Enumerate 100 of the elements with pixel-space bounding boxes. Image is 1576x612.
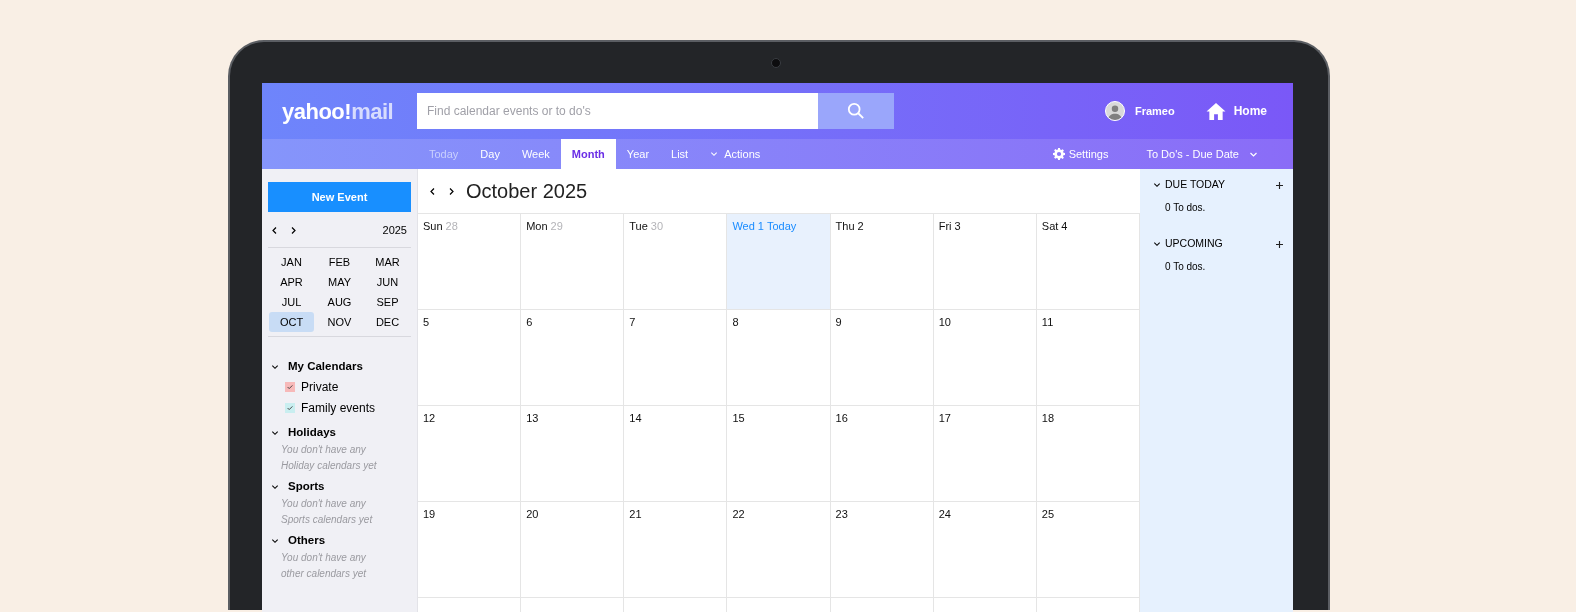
month-button[interactable]: JUL bbox=[269, 292, 314, 312]
day-number: 16 bbox=[835, 411, 848, 426]
settings-button[interactable]: Settings bbox=[1052, 139, 1109, 169]
year-label: 2025 bbox=[382, 223, 407, 239]
todo-summary: 0 To dos. bbox=[1164, 260, 1207, 273]
chevron-icon[interactable] bbox=[271, 537, 279, 545]
day-cell[interactable]: 22 bbox=[727, 502, 831, 598]
day-cell[interactable]: 25 bbox=[1036, 502, 1140, 598]
day-cell[interactable]: 19 bbox=[418, 502, 522, 598]
home-link[interactable]: Home bbox=[1205, 101, 1267, 121]
home-icon bbox=[1205, 101, 1226, 121]
day-cell[interactable]: 8 bbox=[727, 310, 831, 406]
calendar-group-title: Others bbox=[288, 533, 326, 549]
month-button[interactable]: MAR bbox=[365, 252, 410, 272]
next-month-button[interactable] bbox=[447, 186, 456, 196]
empty-calendars-note: You don't have any Holiday calendars yet bbox=[280, 443, 378, 473]
day-number: 9 bbox=[835, 315, 842, 330]
month-button[interactable]: JAN bbox=[269, 252, 314, 272]
month-button[interactable]: OCT bbox=[269, 312, 314, 332]
day-cell[interactable]: 5 bbox=[418, 310, 522, 406]
day-number: 18 bbox=[1041, 411, 1055, 426]
day-cell[interactable]: 12 bbox=[418, 406, 522, 502]
chevron-icon[interactable] bbox=[271, 483, 279, 491]
previous-year-button[interactable] bbox=[270, 226, 279, 235]
empty-calendars-note: You don't have any Sports calendars yet bbox=[280, 497, 374, 527]
search-icon bbox=[847, 102, 865, 120]
day-cell[interactable]: 23 bbox=[830, 502, 934, 598]
day-cell[interactable]: 24 bbox=[933, 502, 1037, 598]
chevron-icon[interactable] bbox=[271, 429, 279, 437]
calendar-group-title: Sports bbox=[288, 479, 325, 495]
month-button[interactable]: SEP bbox=[365, 292, 410, 312]
calendar-checkbox[interactable] bbox=[285, 381, 295, 392]
month-button[interactable]: NOV bbox=[317, 312, 362, 332]
avatar-icon bbox=[1104, 101, 1125, 121]
weekday-label: Sun bbox=[423, 219, 443, 234]
add-icon[interactable] bbox=[1276, 181, 1283, 189]
add-icon[interactable] bbox=[1276, 240, 1283, 248]
camera-icon bbox=[771, 58, 781, 68]
weekday-label: Fri bbox=[938, 219, 952, 234]
day-cell[interactable]: Thu 2 bbox=[830, 214, 934, 310]
day-cell[interactable]: 13 bbox=[521, 406, 625, 502]
day-number: 17 bbox=[938, 411, 951, 426]
day-number: 15 bbox=[732, 411, 745, 426]
logo: yahoo!mail bbox=[281, 97, 395, 126]
day-cell[interactable]: 16 bbox=[830, 406, 934, 502]
previous-month-button[interactable] bbox=[428, 186, 437, 196]
day-number: 11 bbox=[1041, 315, 1054, 330]
day-cell[interactable]: 17 bbox=[933, 406, 1037, 502]
weekday-label: Tue bbox=[629, 219, 648, 234]
day-cell[interactable]: 7 bbox=[624, 310, 728, 406]
account-name[interactable]: Frameo bbox=[1134, 102, 1175, 120]
month-button[interactable]: AUG bbox=[317, 292, 362, 312]
day-number: 24 bbox=[938, 507, 951, 522]
day-number: 14 bbox=[629, 411, 642, 426]
day-number: 12 bbox=[423, 411, 436, 426]
settings-icon bbox=[1052, 148, 1065, 160]
month-button[interactable]: DEC bbox=[365, 312, 410, 332]
day-number: 23 bbox=[835, 507, 848, 522]
calendar-checkbox[interactable] bbox=[285, 402, 295, 413]
caret-icon bbox=[710, 150, 719, 158]
day-number: 3 bbox=[954, 219, 961, 234]
day-cell[interactable]: 9 bbox=[830, 310, 934, 406]
day-cell[interactable]: 18 bbox=[1036, 406, 1140, 502]
day-number: 19 bbox=[423, 507, 436, 522]
day-number: 22 bbox=[732, 507, 745, 522]
day-cell[interactable]: 10 bbox=[933, 310, 1037, 406]
todo-sort-dropdown[interactable]: To Do's - Due Date bbox=[1146, 139, 1258, 169]
day-cell[interactable]: 21 bbox=[624, 502, 728, 598]
weekday-label: Sat bbox=[1041, 219, 1059, 234]
day-number: 29 bbox=[550, 219, 563, 234]
day-cell[interactable]: 15 bbox=[727, 406, 831, 502]
next-year-button[interactable] bbox=[289, 226, 298, 235]
day-number: 2 bbox=[857, 219, 864, 234]
day-number: 8 bbox=[732, 315, 739, 330]
day-cell[interactable]: Tue 30 bbox=[624, 214, 728, 310]
todo-summary: 0 To dos. bbox=[1164, 201, 1207, 214]
day-cell[interactable]: 6 bbox=[521, 310, 625, 406]
view-tab[interactable]: Month bbox=[560, 139, 616, 169]
chevron-icon[interactable] bbox=[271, 363, 279, 371]
chevron-icon[interactable] bbox=[1153, 240, 1161, 248]
month-button[interactable]: FEB bbox=[317, 252, 362, 272]
day-cell[interactable]: Fri 3 bbox=[933, 214, 1037, 310]
calendar-name: Family events bbox=[301, 399, 376, 417]
search-field[interactable]: Find calendar events or to do's bbox=[417, 93, 818, 129]
month-button[interactable]: APR bbox=[269, 272, 314, 292]
day-cell[interactable]: Sat 4 bbox=[1036, 214, 1140, 310]
day-number: 28 bbox=[445, 219, 458, 234]
month-title: October 2025 bbox=[466, 179, 588, 204]
day-cell[interactable]: 20 bbox=[521, 502, 625, 598]
todo-section-title: DUE TODAY bbox=[1165, 177, 1227, 193]
day-cell[interactable]: 11 bbox=[1036, 310, 1140, 406]
weekday-label: Thu bbox=[835, 219, 855, 234]
month-button[interactable]: JUN bbox=[365, 272, 410, 292]
day-cell[interactable]: Sun 28 bbox=[418, 214, 522, 310]
day-cell[interactable]: 14 bbox=[624, 406, 728, 502]
calendar-group-title: My Calendars bbox=[288, 359, 363, 375]
day-cell[interactable]: Mon 29 bbox=[521, 214, 625, 310]
month-button[interactable]: MAY bbox=[317, 272, 362, 292]
chevron-icon[interactable] bbox=[1153, 181, 1161, 189]
day-number: 20 bbox=[526, 507, 539, 522]
